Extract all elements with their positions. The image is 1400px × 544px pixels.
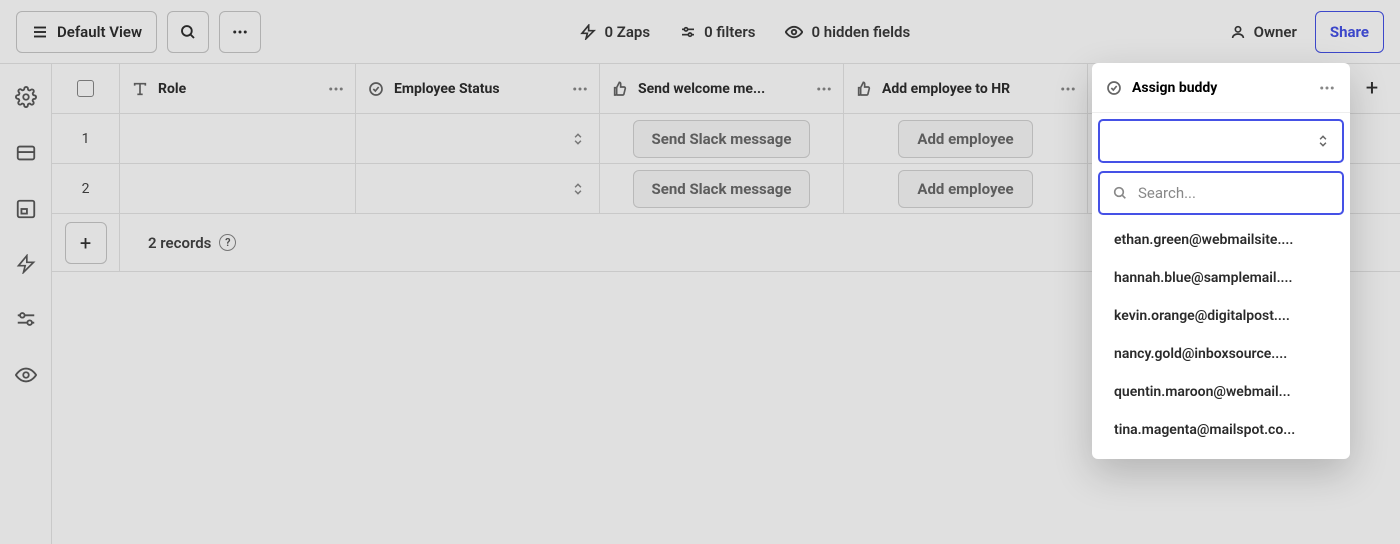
cell-employee-status[interactable]	[356, 114, 600, 163]
toolbar: Default View 0 Zaps 0 filters 0 hidden f…	[0, 0, 1400, 64]
add-column-cell: +	[1344, 64, 1400, 113]
column-label: Send welcome me...	[638, 81, 765, 97]
buddy-search-box	[1098, 171, 1344, 215]
select-all-cell	[52, 64, 120, 113]
eye-icon	[785, 23, 803, 41]
buddy-option[interactable]: quentin.maroon@webmail...	[1098, 373, 1344, 411]
more-button[interactable]	[219, 11, 261, 53]
check-circle-icon	[1106, 80, 1122, 96]
owner-pill[interactable]: Owner	[1230, 23, 1297, 41]
send-slack-message-button[interactable]: Send Slack message	[633, 170, 811, 208]
column-header-send-welcome[interactable]: Send welcome me...	[600, 64, 844, 113]
popover-menu-icon[interactable]	[1318, 79, 1336, 97]
sliders-icon	[680, 24, 696, 40]
chevron-up-down-icon	[571, 180, 585, 198]
cell-send-welcome: Send Slack message	[600, 114, 844, 163]
toolbar-center: 0 Zaps 0 filters 0 hidden fields	[271, 23, 1220, 41]
cell-trailing	[1344, 114, 1400, 163]
cell-role[interactable]	[120, 114, 356, 163]
buddy-search-input[interactable]	[1138, 184, 1337, 202]
add-employee-button[interactable]: Add employee	[898, 170, 1032, 208]
assign-buddy-popover: Assign buddy ethan.green@webmailsite....…	[1092, 63, 1350, 459]
bolt-icon	[580, 24, 596, 40]
thumbs-up-icon	[612, 81, 628, 97]
assign-buddy-select[interactable]	[1098, 119, 1344, 163]
buddy-option[interactable]: hannah.blue@samplemail....	[1098, 259, 1344, 297]
bolt-icon[interactable]	[16, 254, 36, 274]
popover-title: Assign buddy	[1132, 80, 1217, 96]
buddy-option[interactable]: kevin.orange@digitalpost....	[1098, 297, 1344, 335]
default-view-button[interactable]: Default View	[16, 11, 157, 53]
cell-send-welcome: Send Slack message	[600, 164, 844, 213]
records-count: 2 records ?	[148, 214, 236, 271]
cell-trailing	[1344, 164, 1400, 213]
cell-role[interactable]	[120, 164, 356, 213]
cell-employee-status[interactable]	[356, 164, 600, 213]
panel-icon[interactable]	[15, 198, 37, 220]
filters-label: 0 filters	[704, 23, 755, 41]
add-column-button[interactable]: +	[1366, 76, 1378, 101]
search-button[interactable]	[167, 11, 209, 53]
chevron-up-down-icon	[571, 130, 585, 148]
column-label: Add employee to HR	[882, 81, 1010, 97]
column-menu-icon[interactable]	[571, 80, 589, 98]
thumbs-up-icon	[856, 81, 872, 97]
check-circle-icon	[368, 81, 384, 97]
column-menu-icon[interactable]	[1059, 80, 1077, 98]
siderail	[0, 64, 52, 544]
buddy-option[interactable]: ethan.green@webmailsite....	[1098, 221, 1344, 259]
column-header-employee-status[interactable]: Employee Status	[356, 64, 600, 113]
select-all-checkbox[interactable]	[77, 80, 94, 97]
chevron-up-down-icon	[1316, 132, 1330, 150]
zaps-label: 0 Zaps	[604, 23, 650, 41]
user-icon	[1230, 24, 1246, 40]
column-label: Role	[158, 81, 186, 97]
rows-icon	[31, 23, 49, 41]
share-label: Share	[1330, 23, 1369, 41]
default-view-label: Default View	[57, 23, 142, 41]
help-icon[interactable]: ?	[219, 234, 236, 251]
owner-label: Owner	[1254, 23, 1297, 41]
share-button[interactable]: Share	[1315, 11, 1384, 53]
add-employee-button[interactable]: Add employee	[898, 120, 1032, 158]
buddy-option[interactable]: nancy.gold@inboxsource....	[1098, 335, 1344, 373]
popover-header: Assign buddy	[1092, 63, 1350, 113]
gear-icon[interactable]	[15, 86, 37, 108]
cell-add-employee-hr: Add employee	[844, 114, 1088, 163]
text-icon	[132, 81, 148, 97]
column-header-add-employee-hr[interactable]: Add employee to HR	[844, 64, 1088, 113]
ellipsis-icon	[231, 23, 249, 41]
buddy-option[interactable]: tina.magenta@mailspot.co...	[1098, 411, 1344, 449]
row-number[interactable]: 2	[52, 164, 120, 213]
cell-add-employee-hr: Add employee	[844, 164, 1088, 213]
row-number[interactable]: 1	[52, 114, 120, 163]
column-menu-icon[interactable]	[815, 80, 833, 98]
column-header-role[interactable]: Role	[120, 64, 356, 113]
eye-icon[interactable]	[15, 364, 37, 386]
records-count-label: 2 records	[148, 234, 211, 252]
filters-pill[interactable]: 0 filters	[680, 23, 755, 41]
layout-icon[interactable]	[15, 142, 37, 164]
column-menu-icon[interactable]	[327, 80, 345, 98]
popover-body: ethan.green@webmailsite.... hannah.blue@…	[1092, 113, 1350, 459]
search-icon	[179, 23, 197, 41]
zaps-pill[interactable]: 0 Zaps	[580, 23, 650, 41]
column-label: Employee Status	[394, 81, 500, 97]
add-row-button[interactable]: +	[65, 222, 107, 264]
hidden-fields-pill[interactable]: 0 hidden fields	[785, 23, 910, 41]
hidden-fields-label: 0 hidden fields	[811, 23, 910, 41]
search-icon	[1112, 185, 1128, 201]
toolbar-right: Owner Share	[1230, 11, 1384, 53]
sliders-icon[interactable]	[15, 308, 37, 330]
send-slack-message-button[interactable]: Send Slack message	[633, 120, 811, 158]
